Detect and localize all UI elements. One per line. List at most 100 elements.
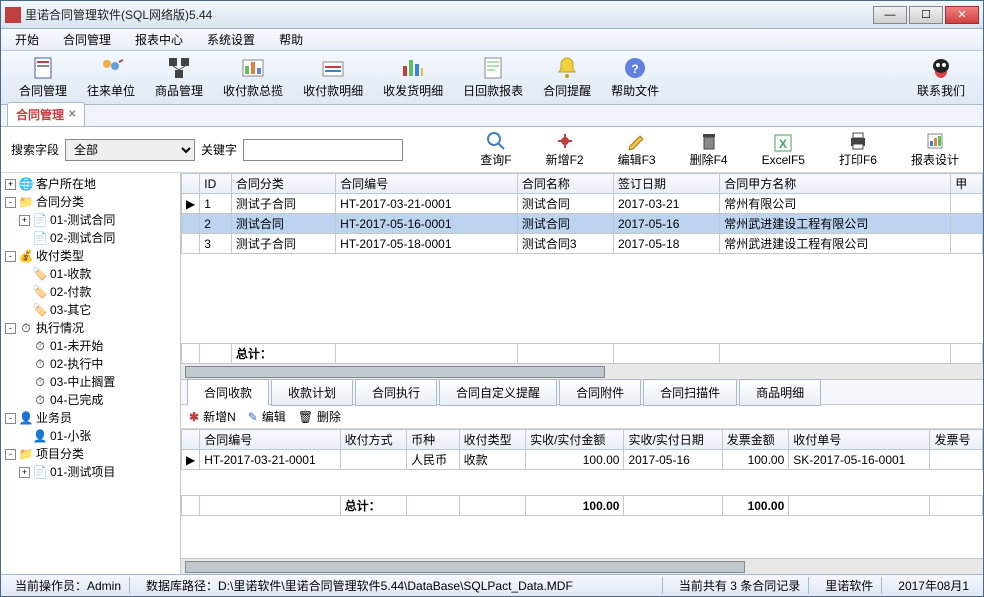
- tree-customer-loc[interactable]: +🌐客户所在地: [5, 175, 178, 193]
- subtool-add[interactable]: ✱新增N: [189, 408, 236, 425]
- action-excel[interactable]: XExcelF5: [748, 131, 819, 169]
- table-row[interactable]: ▶HT-2017-03-21-0001人民币收款100.002017-05-16…: [182, 450, 983, 470]
- tree-cat2[interactable]: 📄02-测试合同: [19, 229, 178, 247]
- tb-partner[interactable]: 往来单位: [77, 54, 145, 101]
- globe-icon: 🌐: [18, 175, 34, 193]
- tree-pt3[interactable]: 🏷️03-其它: [19, 301, 178, 319]
- tree-exec[interactable]: -⏱执行情况: [5, 319, 178, 337]
- tree-panel: +🌐客户所在地 -📁合同分类 +📄01-测试合同 📄02-测试合同 -💰收付类型…: [1, 173, 181, 574]
- action-report-design[interactable]: 报表设计: [897, 129, 973, 170]
- subtool-edit[interactable]: ✎编辑: [248, 408, 286, 425]
- action-add[interactable]: 新增F2: [532, 129, 598, 170]
- clock-icon: ⏱: [32, 391, 48, 409]
- folder-icon: 📁: [18, 445, 34, 463]
- tb-ship-detail[interactable]: 收发货明细: [373, 54, 453, 101]
- menu-report[interactable]: 报表中心: [129, 29, 189, 50]
- subtab-receive[interactable]: 合同收款: [187, 379, 269, 406]
- money-icon: 💰: [18, 247, 34, 265]
- main-grid-hscroll[interactable]: [181, 363, 983, 379]
- tree-p1[interactable]: +📄01-测试项目: [19, 463, 178, 481]
- total-label: 总计：: [231, 344, 335, 364]
- trash-icon: 🗑: [298, 410, 313, 424]
- tree-contract-cat[interactable]: -📁合同分类: [5, 193, 178, 211]
- menu-help[interactable]: 帮助: [273, 29, 309, 50]
- doc-icon: 📄: [32, 229, 48, 247]
- subtab-goods-detail[interactable]: 商品明细: [739, 379, 821, 406]
- close-button[interactable]: ✕: [945, 6, 979, 24]
- subtab-custom-remind[interactable]: 合同自定义提醒: [439, 379, 557, 406]
- total-label: 总计：: [340, 496, 406, 516]
- tree-s1[interactable]: 👤01-小张: [19, 427, 178, 445]
- table-row[interactable]: 3测试子合同HT-2017-05-18-0001测试合同32017-05-18常…: [182, 234, 983, 254]
- tree-pt2[interactable]: 🏷️02-付款: [19, 283, 178, 301]
- tree-ex4[interactable]: ⏱04-已完成: [19, 391, 178, 409]
- search-keyword-input[interactable]: [243, 139, 403, 161]
- tb-pay-overview[interactable]: 收付款总揽: [213, 54, 293, 101]
- minimize-button[interactable]: —: [873, 6, 907, 24]
- tree-proj[interactable]: -📁项目分类: [5, 445, 178, 463]
- clock-icon: ⏱: [32, 373, 48, 391]
- status-dbpath: 数据库路径：D:\里诺软件\里诺合同管理软件5.44\DataBase\SQLP…: [138, 577, 663, 594]
- tb-help-doc[interactable]: ?帮助文件: [601, 54, 669, 101]
- tag-icon: 🏷️: [32, 283, 48, 301]
- tb-contract-remind[interactable]: 合同提醒: [533, 54, 601, 101]
- table-row[interactable]: ▶1测试子合同HT-2017-03-21-0001测试合同2017-03-21常…: [182, 194, 983, 214]
- app-icon: [5, 7, 21, 23]
- subtab-receive-plan[interactable]: 收款计划: [271, 379, 353, 406]
- tag-icon: 🏷️: [32, 301, 48, 319]
- action-query[interactable]: 查询F: [466, 129, 525, 170]
- tb-goods[interactable]: 商品管理: [145, 54, 213, 101]
- person-icon: 👤: [18, 409, 34, 427]
- plus-icon: ✱: [189, 410, 199, 424]
- doc-icon: 📄: [32, 211, 48, 229]
- tab-contract-mgmt[interactable]: 合同管理 ✕: [7, 102, 85, 126]
- menu-settings[interactable]: 系统设置: [201, 29, 261, 50]
- folder-icon: 📁: [18, 193, 34, 211]
- tab-close-icon[interactable]: ✕: [68, 109, 76, 120]
- clock-icon: ⏱: [18, 319, 34, 337]
- pencil-icon: ✎: [248, 410, 258, 424]
- doc-icon: 📄: [32, 463, 48, 481]
- detail-grid[interactable]: 合同编号 收付方式 币种 收付类型 实收/实付金额 实收/实付日期 发票金额 收…: [181, 429, 983, 558]
- tb-contact-us[interactable]: 联系我们: [907, 54, 975, 101]
- menubar: 开始 合同管理 报表中心 系统设置 帮助: [1, 29, 983, 51]
- action-delete[interactable]: 删除F4: [676, 129, 742, 170]
- tree-cat1[interactable]: +📄01-测试合同: [19, 211, 178, 229]
- table-row[interactable]: 2测试合同HT-2017-05-16-0001测试合同2017-05-16常州武…: [182, 214, 983, 234]
- status-brand: 里诺软件: [817, 577, 882, 594]
- tree-ex2[interactable]: ⏱02-执行中: [19, 355, 178, 373]
- tb-contract-mgmt[interactable]: 合同管理: [9, 54, 77, 101]
- menu-start[interactable]: 开始: [9, 29, 45, 50]
- search-field-label: 搜索字段: [11, 141, 59, 158]
- detail-grid-hscroll[interactable]: [181, 558, 983, 574]
- subtab-attach[interactable]: 合同附件: [559, 379, 641, 406]
- window-title: 里诺合同管理软件(SQL网络版)5.44: [25, 6, 873, 23]
- svg-text:?: ?: [631, 62, 638, 76]
- svg-text:X: X: [779, 137, 787, 151]
- status-operator: 当前操作员：Admin: [7, 577, 130, 594]
- main-toolbar: 合同管理 往来单位 商品管理 收付款总揽 收付款明细 收发货明细 日回款报表 合…: [1, 51, 983, 105]
- subtab-exec[interactable]: 合同执行: [355, 379, 437, 406]
- tree-sales[interactable]: -👤业务员: [5, 409, 178, 427]
- tree-ex1[interactable]: ⏱01-未开始: [19, 337, 178, 355]
- search-keyword-label: 关键字: [201, 141, 237, 158]
- tree-pt1[interactable]: 🏷️01-收款: [19, 265, 178, 283]
- tree-pay-type[interactable]: -💰收付类型: [5, 247, 178, 265]
- tb-daily-report[interactable]: 日回款报表: [453, 54, 533, 101]
- status-count: 当前共有 3 条合同记录: [671, 577, 809, 594]
- maximize-button[interactable]: ☐: [909, 6, 943, 24]
- clock-icon: ⏱: [32, 337, 48, 355]
- person-icon: 👤: [32, 427, 48, 445]
- clock-icon: ⏱: [32, 355, 48, 373]
- search-field-select[interactable]: 全部: [65, 139, 195, 161]
- tb-pay-detail[interactable]: 收付款明细: [293, 54, 373, 101]
- action-print[interactable]: 打印F6: [825, 129, 891, 170]
- menu-contract[interactable]: 合同管理: [57, 29, 117, 50]
- subtab-scan[interactable]: 合同扫描件: [643, 379, 737, 406]
- tree-ex3[interactable]: ⏱03-中止搁置: [19, 373, 178, 391]
- status-date: 2017年08月1: [890, 577, 977, 594]
- tag-icon: 🏷️: [32, 265, 48, 283]
- subtool-delete[interactable]: 🗑删除: [298, 408, 341, 425]
- main-grid[interactable]: ID 合同分类 合同编号 合同名称 签订日期 合同甲方名称 甲 ▶1测试子合同H…: [181, 173, 983, 363]
- action-edit[interactable]: 编辑F3: [604, 129, 670, 170]
